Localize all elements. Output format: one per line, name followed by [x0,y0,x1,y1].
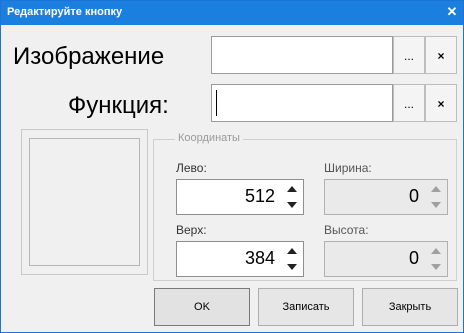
width-label: Ширина: [324,161,372,175]
left-spinbox[interactable]: 512 [176,179,304,215]
edit-button-dialog: Редактируйте кнопку ✕ Изображение ... × … [0,0,464,333]
width-value: 0 [408,186,419,206]
height-label: Высота: [324,223,369,237]
close-button[interactable]: Закрыть [362,288,458,326]
ok-button[interactable]: OK [154,288,250,326]
image-preview-frame [29,138,140,266]
function-clear-button[interactable]: × [425,84,457,122]
height-value: 0 [408,248,419,268]
height-spinbox: 0 [324,241,448,277]
spin-up-icon [431,248,441,254]
spin-up-icon[interactable] [287,186,297,192]
text-caret [216,90,217,116]
image-clear-button[interactable]: × [425,36,457,74]
close-window-button[interactable]: ✕ [444,4,460,20]
spin-down-icon [431,264,441,270]
function-browse-button[interactable]: ... [393,84,425,122]
save-button[interactable]: Записать [258,288,354,326]
title-bar: Редактируйте кнопку ✕ [1,1,463,25]
width-spinbox: 0 [324,179,448,215]
spin-down-icon[interactable] [287,202,297,208]
coordinates-group-title: Координаты [175,132,243,144]
spin-up-icon [431,186,441,192]
image-label: Изображение [13,43,165,70]
image-path-input[interactable] [211,36,393,74]
left-spin-arrows[interactable] [285,184,299,210]
top-value: 384 [244,248,275,268]
top-spin-arrows[interactable] [285,246,299,272]
function-label: Функция: [68,92,169,119]
spin-down-icon [431,202,441,208]
image-browse-button[interactable]: ... [393,36,425,74]
height-spin-arrows [429,246,443,272]
left-label: Лево: [176,161,207,175]
top-label: Верх: [176,223,207,237]
width-spin-arrows [429,184,443,210]
spin-down-icon[interactable] [287,264,297,270]
left-value: 512 [244,186,275,206]
spin-up-icon[interactable] [287,248,297,254]
function-input[interactable] [211,84,393,122]
window-title: Редактируйте кнопку [7,6,123,18]
image-preview [21,129,148,275]
top-spinbox[interactable]: 384 [176,241,304,277]
